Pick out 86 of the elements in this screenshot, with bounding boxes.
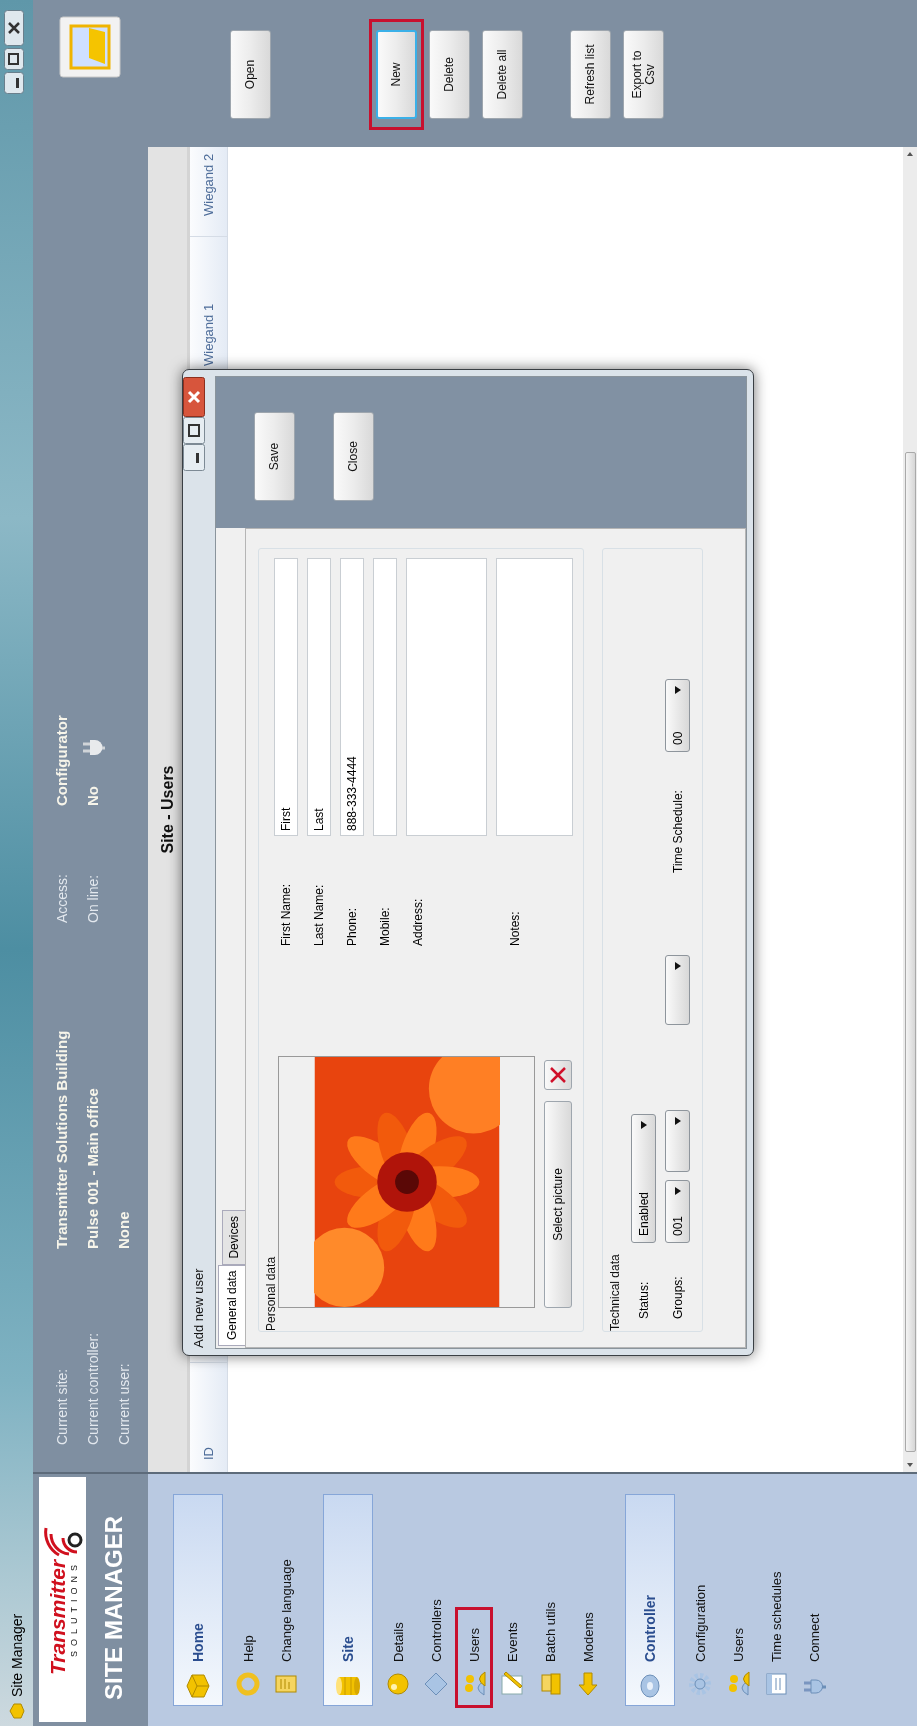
info-label: Current site: xyxy=(53,1367,70,1445)
scrollbar[interactable] xyxy=(903,147,917,1472)
window-title: Site Manager xyxy=(8,1613,25,1697)
column-header[interactable]: ID xyxy=(190,1362,227,1472)
select-picture-button[interactable]: Select picture xyxy=(544,1101,572,1308)
field-label: Mobile: xyxy=(377,906,393,946)
sidebar-item[interactable]: Details xyxy=(379,1474,417,1726)
app-icon xyxy=(7,1702,26,1720)
field-label: Status: xyxy=(636,1280,651,1319)
status-value: No xyxy=(84,786,101,806)
caret-icon xyxy=(640,1121,647,1129)
toolbar-button[interactable]: Export to Csv xyxy=(623,30,664,119)
sidebar-item[interactable]: Users xyxy=(458,1610,490,1705)
sidebar-item[interactable]: Events xyxy=(493,1474,531,1726)
sidebar-item[interactable]: Controllers xyxy=(417,1474,455,1726)
maximize-button[interactable] xyxy=(183,417,205,444)
dialog-button[interactable]: Save xyxy=(254,412,295,501)
info-value: None xyxy=(115,1210,132,1249)
field-label: Notes: xyxy=(507,910,523,946)
toolbar-button[interactable]: Refresh list xyxy=(570,30,611,119)
field-label: First Name: xyxy=(278,883,294,946)
info-label: Current controller: xyxy=(84,1331,101,1445)
group-title: Technical data xyxy=(607,1253,622,1331)
cross-icon xyxy=(548,1065,568,1085)
group-title: Personal data xyxy=(263,1255,278,1331)
dropdown[interactable] xyxy=(665,1110,690,1172)
dropdown[interactable]: 00 xyxy=(665,679,690,752)
toolbar-button[interactable]: Delete xyxy=(429,30,470,119)
info-value: Pulse 001 - Main office xyxy=(84,1087,101,1249)
section-header[interactable]: Home xyxy=(173,1494,223,1706)
tab[interactable]: General data xyxy=(218,1264,245,1346)
field-label: Groups: xyxy=(670,1275,685,1319)
text-field[interactable]: 888-333-4444 xyxy=(340,558,364,836)
minimize-button[interactable] xyxy=(183,444,205,471)
field-label: Last Name: xyxy=(311,883,327,946)
sidebar-item[interactable]: Time schedules xyxy=(757,1474,795,1726)
pencil-icon xyxy=(498,1670,526,1698)
tab[interactable]: Devices xyxy=(222,1209,245,1265)
gear-icon xyxy=(686,1670,714,1698)
toolbar-button[interactable]: Open xyxy=(230,30,271,119)
sphere-icon xyxy=(384,1670,412,1698)
caret-icon xyxy=(674,1187,681,1195)
sidebar-item[interactable]: Modems xyxy=(569,1474,607,1726)
minimize-button[interactable] xyxy=(4,72,24,94)
caret-icon xyxy=(674,962,681,970)
dialog-title: Add new user xyxy=(191,1268,206,1348)
close-button[interactable] xyxy=(4,10,24,46)
sidebar-item[interactable]: Users xyxy=(719,1474,757,1726)
sidebar-item[interactable]: Configuration xyxy=(681,1474,719,1726)
remove-picture-button[interactable] xyxy=(544,1060,572,1090)
text-field[interactable]: Last xyxy=(307,558,331,836)
column-header[interactable]: Wiegand 2 xyxy=(190,147,227,236)
caret-icon xyxy=(674,686,681,694)
status-label: Access: xyxy=(53,873,70,923)
section-header[interactable]: Site xyxy=(323,1494,373,1706)
info-label: Current user: xyxy=(115,1362,132,1445)
sidebar-item[interactable]: Connect xyxy=(795,1474,833,1726)
maximize-button[interactable] xyxy=(4,48,24,70)
section-header[interactable]: Controller xyxy=(625,1494,675,1706)
caret-icon xyxy=(674,1117,681,1125)
status-label: On line: xyxy=(84,873,101,923)
field-label: Time Schedule: xyxy=(670,789,685,873)
dropdown[interactable] xyxy=(665,955,690,1025)
ring-icon xyxy=(234,1670,262,1698)
image-icon xyxy=(59,16,121,78)
page-title: Site - Users xyxy=(158,765,177,854)
text-field[interactable] xyxy=(373,558,397,836)
field-label: Address: xyxy=(410,897,426,946)
info-value: Transmitter Solutions Building xyxy=(53,1029,70,1249)
cube-icon xyxy=(184,1672,212,1700)
dialog-button[interactable]: Close xyxy=(333,412,374,501)
sidebar-item[interactable]: Change language xyxy=(267,1474,305,1726)
status-value: Configurator xyxy=(53,715,70,806)
toolbar-button[interactable]: New xyxy=(376,30,417,119)
dropdown[interactable]: 001 xyxy=(665,1180,690,1243)
app-name: SITE MANAGER xyxy=(99,1515,128,1702)
sidebar-item[interactable]: Batch utils xyxy=(531,1474,569,1726)
dropdown[interactable]: Enabled xyxy=(631,1114,656,1243)
field-label: Phone: xyxy=(344,906,360,946)
toolbar-button[interactable]: Delete all xyxy=(482,30,523,119)
logo-tagline: SOLUTIONS xyxy=(68,1559,79,1657)
text-field[interactable]: First xyxy=(274,558,298,836)
diamond-icon xyxy=(422,1670,450,1698)
close-button[interactable] xyxy=(183,377,205,417)
logo-name: Transmitter xyxy=(46,1559,69,1676)
sidebar-item[interactable]: Help xyxy=(229,1474,267,1726)
